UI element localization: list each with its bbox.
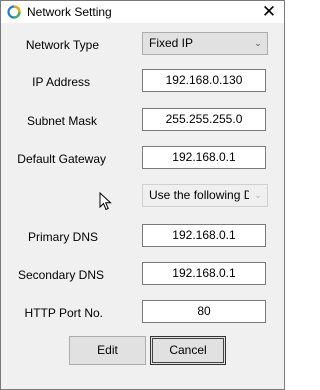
default-gateway-label: Default Gateway	[17, 152, 106, 166]
mouse-cursor-icon	[99, 192, 112, 211]
network-setting-dialog: Network Setting ✕ Network Type Fixed IP …	[0, 0, 285, 390]
network-type-select[interactable]: Fixed IP ⌄	[142, 32, 268, 55]
http-port-label: HTTP Port No.	[24, 306, 103, 320]
ip-address-label: IP Address	[32, 75, 90, 89]
ip-address-field[interactable]: 192.168.0.130	[142, 69, 266, 92]
subnet-mask-label: Subnet Mask	[26, 114, 97, 128]
secondary-dns-label: Secondary DNS	[17, 268, 104, 282]
edit-button[interactable]: Edit	[69, 336, 146, 365]
app-logo-icon	[7, 5, 21, 19]
primary-dns-field[interactable]: 192.168.0.1	[142, 224, 266, 247]
chevron-down-icon: ⌄	[249, 185, 267, 206]
chevron-down-icon: ⌄	[249, 33, 267, 54]
cancel-button[interactable]: Cancel	[150, 336, 226, 365]
network-type-value: Fixed IP	[149, 36, 194, 50]
http-port-field[interactable]: 80	[142, 300, 266, 323]
network-type-label: Network Type	[25, 38, 99, 52]
window-title: Network Setting	[27, 5, 112, 19]
close-button[interactable]: ✕	[254, 1, 284, 23]
dns-mode-value: Use the following D	[149, 188, 253, 202]
title-bar: Network Setting ✕	[1, 1, 284, 23]
subnet-mask-field[interactable]: 255.255.255.0	[142, 108, 266, 131]
primary-dns-label: Primary DNS	[27, 230, 98, 244]
secondary-dns-field[interactable]: 192.168.0.1	[142, 262, 266, 285]
close-icon: ✕	[261, 2, 277, 21]
dns-mode-select[interactable]: Use the following D ⌄	[142, 184, 268, 207]
default-gateway-field[interactable]: 192.168.0.1	[142, 146, 266, 169]
